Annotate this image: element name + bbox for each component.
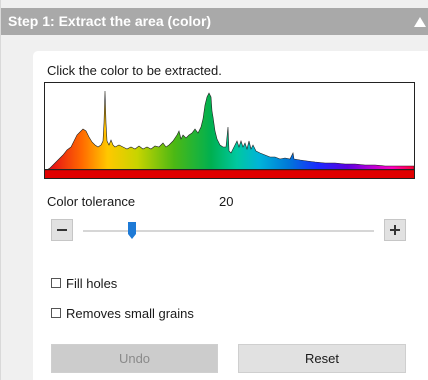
instruction-text: Click the color to be extracted. [47,63,222,78]
panel-header[interactable]: Step 1: Extract the area (color) [1,8,428,35]
fill-holes-label: Fill holes [66,275,118,291]
remove-small-grains-checkbox[interactable]: Removes small grains [51,305,194,321]
remove-small-grains-checkbox-box[interactable] [51,308,61,318]
histogram-area [45,90,414,172]
reset-button[interactable]: Reset [238,344,406,373]
undo-button[interactable]: Undo [51,344,218,373]
color-tolerance-value: 20 [219,194,234,209]
panel-title: Step 1: Extract the area (color) [8,13,212,29]
increase-tolerance-button[interactable] [384,219,406,241]
histogram-baseline [45,169,414,178]
triangle-up-icon[interactable] [413,15,427,27]
histogram-axis [45,169,414,171]
fill-holes-checkbox[interactable]: Fill holes [51,275,117,291]
panel-body: Click the color to be extracted. Color t… [33,51,428,380]
color-tolerance-label: Color tolerance [47,194,136,209]
remove-small-grains-label: Removes small grains [66,305,194,321]
histogram-graphic [45,90,414,178]
fill-holes-checkbox-box[interactable] [51,278,61,288]
tolerance-slider-track[interactable] [83,230,374,232]
decrease-tolerance-button[interactable] [51,219,73,241]
tolerance-slider-thumb[interactable] [128,222,136,239]
color-extract-panel: Step 1: Extract the area (color) Click t… [0,0,428,380]
color-histogram[interactable] [44,82,415,179]
